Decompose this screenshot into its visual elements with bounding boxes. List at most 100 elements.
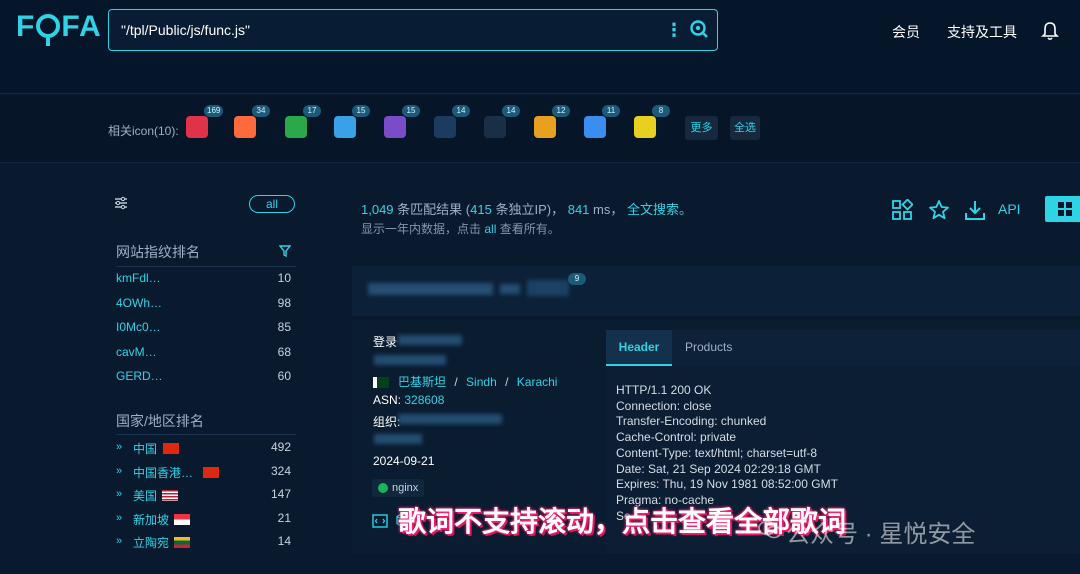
expand-arrow-icon[interactable]: »	[116, 465, 122, 477]
flag-hk-icon	[203, 466, 219, 478]
fingerprint-item[interactable]: 4OWh…	[116, 296, 162, 310]
result-ms: 841	[567, 202, 590, 217]
fingerprint-item[interactable]: kmFdl…	[116, 271, 161, 285]
select-all-button[interactable]: 全选	[730, 116, 760, 140]
filter-funnel-icon[interactable]	[279, 245, 291, 257]
search-input[interactable]: "/tpl/Public/js/func.js"	[121, 22, 250, 38]
http-header-line: Transfer-Encoding: chunked	[616, 414, 767, 429]
icon-count-badge: 14	[502, 105, 520, 117]
http-header-line: Expires: Thu, 19 Nov 1981 08:52:00 GMT	[616, 477, 838, 492]
related-icon[interactable]	[634, 116, 656, 138]
redacted-org[interactable]	[398, 414, 502, 424]
more-icons-button[interactable]: 更多	[685, 116, 718, 140]
country-count: 14	[277, 534, 291, 548]
related-icon[interactable]	[234, 116, 256, 138]
tab-header[interactable]: Header	[606, 330, 672, 366]
fingerprint-count: 98	[277, 295, 291, 310]
tab-products[interactable]: Products	[685, 330, 732, 366]
fingerprint-item[interactable]: cavM…	[116, 345, 157, 359]
redacted-ip[interactable]	[374, 355, 446, 365]
country-item[interactable]: 中国香港…	[133, 464, 193, 481]
fingerprint-count: 10	[277, 271, 291, 285]
related-icon[interactable]	[584, 116, 606, 138]
icon-count-badge: 14	[452, 105, 470, 117]
related-icons-label: 相关icon(10):	[108, 124, 179, 138]
related-icon[interactable]	[384, 116, 406, 138]
api-link[interactable]: API	[998, 201, 1021, 217]
card-count-badge: 9	[568, 273, 586, 285]
related-icon[interactable]	[334, 116, 356, 138]
fingerprint-ranking-title: 网站指纹排名	[116, 244, 200, 260]
watermark-text: 公众号 · 星悦安全	[786, 521, 976, 548]
country-link[interactable]: 巴基斯坦	[398, 375, 446, 389]
grid-view-button[interactable]	[1045, 196, 1080, 222]
flag-sg-icon	[174, 513, 190, 525]
nav-support-tools[interactable]: 支持及工具	[947, 22, 1017, 42]
expand-arrow-icon[interactable]: »	[116, 512, 122, 524]
region-link[interactable]: Sindh	[466, 375, 497, 389]
result-hint: 显示一年内数据，点击 all 查看所有。	[361, 220, 560, 237]
result-date: 2024-09-21	[373, 454, 435, 468]
country-item[interactable]: 美国	[133, 487, 157, 504]
fingerprint-count: 60	[277, 369, 291, 383]
icon-count-badge: 17	[303, 105, 321, 117]
search-box[interactable]: "/tpl/Public/js/func.js" ⋮	[108, 9, 718, 51]
result-ms-unit: ms	[593, 202, 611, 217]
org-label: 组织:	[373, 415, 401, 429]
fingerprint-item[interactable]: I0Mc0…	[116, 320, 161, 334]
related-icon[interactable]	[186, 116, 208, 138]
expand-arrow-icon[interactable]: »	[116, 441, 122, 453]
country-count: 324	[270, 463, 291, 478]
expand-arrow-icon[interactable]: »	[116, 535, 122, 547]
flag-cn-icon	[163, 443, 179, 454]
nav-membership[interactable]: 会员	[892, 22, 920, 42]
all-filter-toggle[interactable]: all	[249, 195, 295, 213]
download-icon[interactable]	[964, 199, 986, 221]
redacted-tag	[527, 280, 569, 296]
icon-count-badge: 15	[402, 105, 420, 117]
related-icon[interactable]	[534, 116, 556, 138]
country-item[interactable]: 新加坡	[133, 511, 169, 528]
result-match-text: 条匹配结果	[397, 202, 463, 217]
filter-settings-icon[interactable]	[114, 196, 128, 210]
cluster-icon[interactable]	[891, 199, 913, 221]
fingerprint-item[interactable]: GERD…	[116, 369, 163, 383]
fofa-logo[interactable]: F FA	[16, 10, 102, 46]
flag-us-icon	[162, 490, 178, 501]
divider	[116, 434, 296, 435]
asn-label: ASN:	[373, 393, 402, 407]
country-count: 21	[277, 510, 291, 525]
asn-link[interactable]: 328608	[404, 393, 444, 407]
redacted-host[interactable]	[368, 283, 493, 295]
bell-icon[interactable]	[1041, 21, 1059, 41]
related-icon[interactable]	[285, 116, 307, 138]
related-icon[interactable]	[434, 116, 456, 138]
icon-count-badge: 34	[252, 105, 270, 117]
result-ip-count: 415	[470, 202, 492, 217]
login-label: 登录	[373, 335, 398, 349]
http-header-line: Cache-Control: private	[616, 430, 737, 445]
country-item[interactable]: 中国	[133, 440, 157, 457]
city-link[interactable]: Karachi	[517, 375, 558, 389]
fulltext-search-link[interactable]: 全文搜索。	[627, 202, 692, 217]
top-header: F FA "/tpl/Public/js/func.js" ⋮ 会员 支持及工具	[0, 0, 1080, 94]
grid-view-icon	[1058, 202, 1072, 216]
http-header-line: HTTP/1.1 200 OK	[616, 383, 712, 397]
http-header-line: Connection: close	[616, 398, 712, 413]
code-icon[interactable]	[372, 514, 388, 528]
search-icon[interactable]	[689, 19, 709, 39]
wechat-icon	[758, 520, 782, 539]
redacted-title	[398, 335, 462, 345]
icon-count-badge: 169	[204, 105, 224, 117]
http-header-line: Content-Type: text/html; charset=utf-8	[616, 445, 818, 460]
server-tag[interactable]: nginx	[372, 479, 424, 497]
expand-arrow-icon[interactable]: »	[116, 488, 122, 500]
hint-all-link[interactable]: all	[484, 222, 496, 236]
related-icon[interactable]	[484, 116, 506, 138]
country-item[interactable]: 立陶宛	[133, 534, 169, 551]
separator: /	[454, 375, 458, 389]
fingerprint-count: 68	[277, 344, 291, 359]
more-options-icon[interactable]: ⋮	[665, 20, 683, 40]
star-icon[interactable]	[928, 199, 950, 221]
redacted-org-2	[374, 434, 422, 444]
